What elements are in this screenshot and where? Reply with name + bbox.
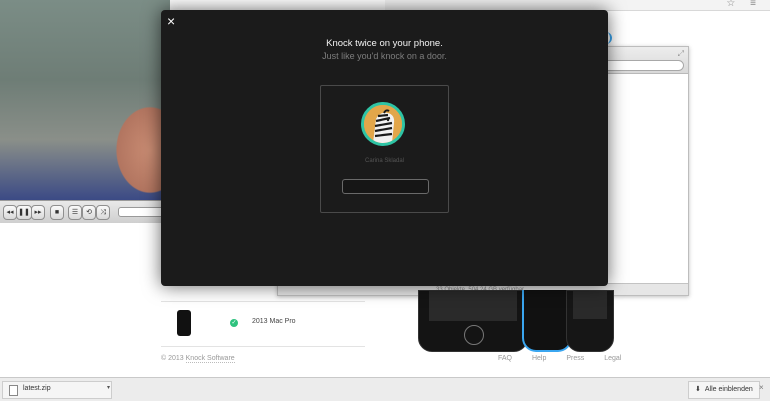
footer-copyright: © 2013 Knock Software [161, 355, 235, 363]
shuffle-button[interactable]: ⤨ [96, 205, 110, 220]
profile-name: Carina Skladal [364, 158, 405, 164]
knock-modal: × Knock twice on your phone. Just like y… [161, 10, 608, 286]
rewind-button[interactable]: ◂◂ [3, 205, 17, 220]
download-file-name: latest.zip [23, 385, 51, 392]
download-item[interactable]: latest.zip ▾ [2, 381, 112, 399]
show-all-downloads-button[interactable]: ⬇ Alle einblenden [688, 381, 760, 399]
video-controls: ◂◂ ❚❚ ▸▸ ■ ☰ ⟲ ⤨ [0, 200, 172, 223]
phone-image [418, 290, 528, 352]
modal-title: Knock twice on your phone. [326, 38, 443, 49]
footer-link-faq[interactable]: FAQ [498, 355, 512, 362]
file-icon [9, 385, 18, 396]
check-icon: ✓ [230, 319, 238, 327]
download-icon: ⬇ [695, 386, 701, 393]
playlist-button[interactable]: ☰ [68, 205, 82, 220]
divider [161, 346, 365, 347]
download-bar: latest.zip ▾ ⬇ Alle einblenden × [0, 377, 770, 401]
divider [161, 301, 365, 302]
video-player-window: ◂◂ ❚❚ ▸▸ ■ ☰ ⟲ ⤨ [0, 0, 172, 223]
close-icon[interactable]: × [167, 13, 175, 29]
phones-illustration [418, 290, 618, 352]
passcode-input[interactable] [342, 179, 429, 194]
modal-subtitle: Just like you'd knock on a door. [322, 51, 447, 61]
video-frame [0, 0, 170, 200]
pause-button[interactable]: ❚❚ [16, 205, 32, 220]
home-button-icon [464, 325, 484, 345]
resize-icon[interactable]: ⤢ [678, 49, 684, 59]
repeat-button[interactable]: ⟲ [82, 205, 96, 220]
copyright-text: © 2013 [161, 355, 184, 362]
phone-image [522, 290, 572, 352]
brand-link[interactable]: Knock Software [185, 355, 235, 363]
zebra-avatar-icon [361, 102, 405, 146]
footer-link-help[interactable]: Help [532, 355, 546, 362]
fast-forward-button[interactable]: ▸▸ [31, 205, 45, 220]
close-icon[interactable]: × [759, 383, 764, 392]
profile-card: Carina Skladal [320, 85, 449, 213]
stop-button[interactable]: ■ [50, 205, 64, 220]
device-name: 2013 Mac Pro [252, 318, 296, 325]
phone-image [566, 290, 614, 352]
footer-link-legal[interactable]: Legal [604, 355, 621, 362]
chevron-down-icon[interactable]: ▾ [107, 384, 110, 391]
show-all-label: Alle einblenden [704, 386, 753, 393]
footer-links: FAQ Help Press Legal [498, 355, 621, 362]
mac-pro-icon [177, 310, 191, 336]
toolbar-icons[interactable]: ☆ ≡ [726, 0, 762, 9]
footer-link-press[interactable]: Press [566, 355, 584, 362]
